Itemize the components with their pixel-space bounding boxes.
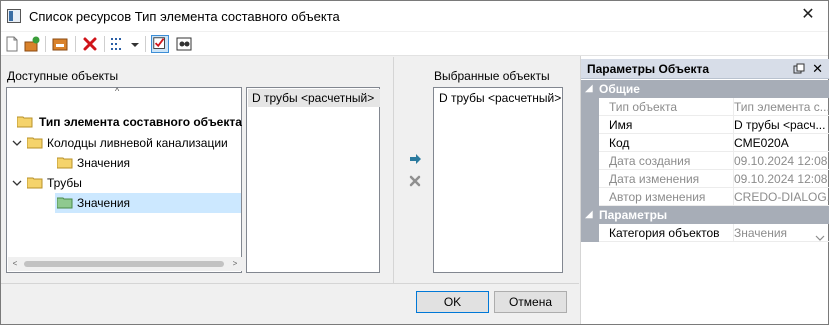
tree-node-pipes[interactable]: Трубы xyxy=(7,173,241,193)
category-label: Параметры xyxy=(599,208,668,222)
checkbox-checked-icon[interactable] xyxy=(151,35,169,53)
dock-icon[interactable] xyxy=(793,63,805,75)
available-tree[interactable]: ^ Тип элемента составного объекта Колодц… xyxy=(6,86,242,273)
tree-item-label: Трубы xyxy=(47,176,82,190)
scrollbar-thumb[interactable] xyxy=(24,261,224,267)
remove-icon[interactable] xyxy=(408,174,422,188)
prop-row-type[interactable]: Тип объекта Тип элемента с... xyxy=(581,98,829,116)
find-icon[interactable] xyxy=(175,35,193,53)
folder-green-icon xyxy=(57,197,73,209)
folder-icon xyxy=(17,116,33,128)
collapse-icon[interactable]: ◢ xyxy=(585,80,593,98)
close-icon[interactable]: ✕ xyxy=(798,5,818,25)
prop-key: Автор изменения xyxy=(609,190,706,204)
collapse-icon[interactable]: ◢ xyxy=(585,206,593,224)
chevron-down-icon[interactable] xyxy=(12,138,22,148)
prop-key: Категория объектов xyxy=(609,226,720,240)
tree-node-root[interactable]: Тип элемента составного объекта xyxy=(7,112,242,132)
prop-key: Дата изменения xyxy=(609,172,700,186)
prop-row-category[interactable]: Категория объектов Значения xyxy=(581,224,829,242)
prop-value: 09.10.2024 12:08 xyxy=(733,170,828,188)
prop-value: 09.10.2024 12:08 xyxy=(733,152,828,170)
chevron-down-icon[interactable] xyxy=(815,229,825,241)
ok-button[interactable]: OK xyxy=(416,291,489,313)
tree-node-wells[interactable]: Колодцы ливневой канализации xyxy=(7,133,241,153)
delete-icon[interactable] xyxy=(81,35,99,53)
scroll-left-icon[interactable]: < xyxy=(8,257,22,271)
app-icon xyxy=(7,9,21,23)
category-parameters[interactable]: ◢ Параметры xyxy=(581,206,829,224)
folder-icon xyxy=(57,157,73,169)
prop-key: Тип объекта xyxy=(609,100,678,114)
prop-value: CREDO-DIALOG... xyxy=(733,188,829,206)
window-title: Список ресурсов Тип элемента составного … xyxy=(29,9,340,24)
tree-node-values-1[interactable]: Значения xyxy=(7,153,241,173)
new-icon[interactable] xyxy=(3,35,21,53)
selected-list[interactable]: D трубы <расчетный> xyxy=(433,87,563,273)
available-label: Доступные объекты xyxy=(7,69,119,83)
selected-item[interactable]: D трубы <расчетный> xyxy=(435,89,563,107)
prop-key: Имя xyxy=(609,118,633,132)
selected-label: Выбранные объекты xyxy=(434,69,550,83)
folder-icon xyxy=(27,137,43,149)
move-right-icon[interactable] xyxy=(408,152,422,166)
list-header-item[interactable]: D трубы <расчетный> xyxy=(248,89,380,107)
toolbar xyxy=(1,32,828,56)
tree-item-label: Значения xyxy=(77,196,131,210)
properties-panel: Параметры Объекта ✕ ◢ Общие Тип объекта … xyxy=(580,56,829,324)
properties-header: Параметры Объекта ✕ xyxy=(581,59,829,79)
scroll-up-icon[interactable]: ^ xyxy=(115,86,119,96)
prop-row-created[interactable]: Дата создания 09.10.2024 12:08 xyxy=(581,152,829,170)
attributes-list[interactable]: D трубы <расчетный> xyxy=(246,87,380,273)
category-label: Общие xyxy=(599,82,640,96)
title-bar: Список ресурсов Тип элемента составного … xyxy=(1,1,828,31)
dotted-list-icon[interactable] xyxy=(109,35,127,53)
close-icon[interactable]: ✕ xyxy=(812,61,823,77)
horizontal-scrollbar[interactable]: < > xyxy=(8,257,242,271)
tree-item-label: Значения xyxy=(77,156,131,170)
cancel-button[interactable]: Отмена xyxy=(494,291,567,313)
scroll-right-icon[interactable]: > xyxy=(228,257,242,271)
prop-key: Дата создания xyxy=(609,154,691,168)
prop-row-author[interactable]: Автор изменения CREDO-DIALOG... xyxy=(581,188,829,206)
folder-icon xyxy=(27,177,43,189)
dropdown-arrow-icon[interactable] xyxy=(129,35,141,53)
tree-item-label: Колодцы ливневой канализации xyxy=(47,136,228,150)
category-general[interactable]: ◢ Общие xyxy=(581,80,829,98)
prop-key: Код xyxy=(609,136,630,150)
import-icon[interactable] xyxy=(51,35,69,53)
prop-row-modified[interactable]: Дата изменения 09.10.2024 12:08 xyxy=(581,170,829,188)
prop-value-field[interactable]: D трубы <расч... xyxy=(733,116,829,134)
tree-node-values-2[interactable]: Значения xyxy=(55,193,241,213)
tree-root-label: Тип элемента составного объекта xyxy=(39,115,242,129)
add-icon[interactable] xyxy=(23,35,41,53)
properties-title: Параметры Объекта xyxy=(587,62,710,76)
prop-value: Тип элемента с... xyxy=(733,98,829,116)
prop-value-field[interactable]: CME020A xyxy=(733,134,829,152)
chevron-down-icon[interactable] xyxy=(12,178,22,188)
prop-row-name[interactable]: Имя D трубы <расч... xyxy=(581,116,829,134)
dialog-window: Список ресурсов Тип элемента составного … xyxy=(0,0,829,325)
prop-row-code[interactable]: Код CME020A xyxy=(581,134,829,152)
